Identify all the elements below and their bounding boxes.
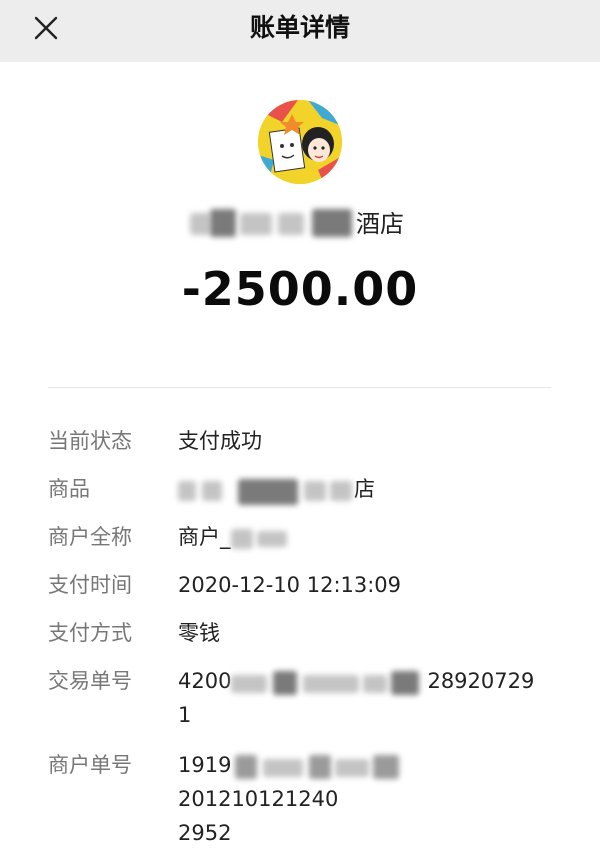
transaction-no-value: 4200 28920729 1 [178,664,558,732]
product-redacted [178,475,354,505]
merchant-no-end: 201210121240 [178,787,339,811]
avatar-illustration [258,100,342,184]
status-label: 当前状态 [48,429,132,453]
merchant-no-redacted [231,751,407,781]
pay-time-label: 支付时间 [48,573,132,597]
transaction-no-end: 28920729 [427,669,535,693]
merchant-no-label: 商户单号 [48,753,132,777]
merchant-name-suffix: 酒店 [356,210,404,238]
divider [48,387,551,388]
page-title: 账单详情 [249,13,350,42]
transaction-no-line2: 1 [178,703,192,727]
merchant-no-start: 1919 [178,753,232,777]
transaction-no-start: 4200 [178,669,232,693]
close-button[interactable] [28,10,64,46]
merchant-name-redacted [190,205,352,239]
merchant-full-value: 商户_ [178,520,558,554]
pay-method-value: 零钱 [178,621,220,645]
payment-amount: -2500.00 [181,262,419,316]
merchant-no-line2: 2952 [178,821,232,845]
pay-time-value: 2020-12-10 12:13:09 [178,573,402,597]
transaction-no-redacted [231,667,427,697]
merchant-full-prefix: 商户_ [178,525,231,549]
status-value: 支付成功 [178,429,262,453]
transaction-no-label: 交易单号 [48,669,132,693]
close-icon [34,16,58,40]
merchant-name: 酒店 [180,205,430,245]
product-label: 商品 [48,477,90,501]
pay-method-label: 支付方式 [48,621,132,645]
top-bar: 账单详情 [0,0,600,62]
merchant-full-label: 商户全称 [48,525,132,549]
merchant-avatar [258,100,342,184]
product-value: 店 [178,472,558,506]
merchant-full-redacted [230,523,291,553]
product-value-suffix: 店 [354,477,375,501]
